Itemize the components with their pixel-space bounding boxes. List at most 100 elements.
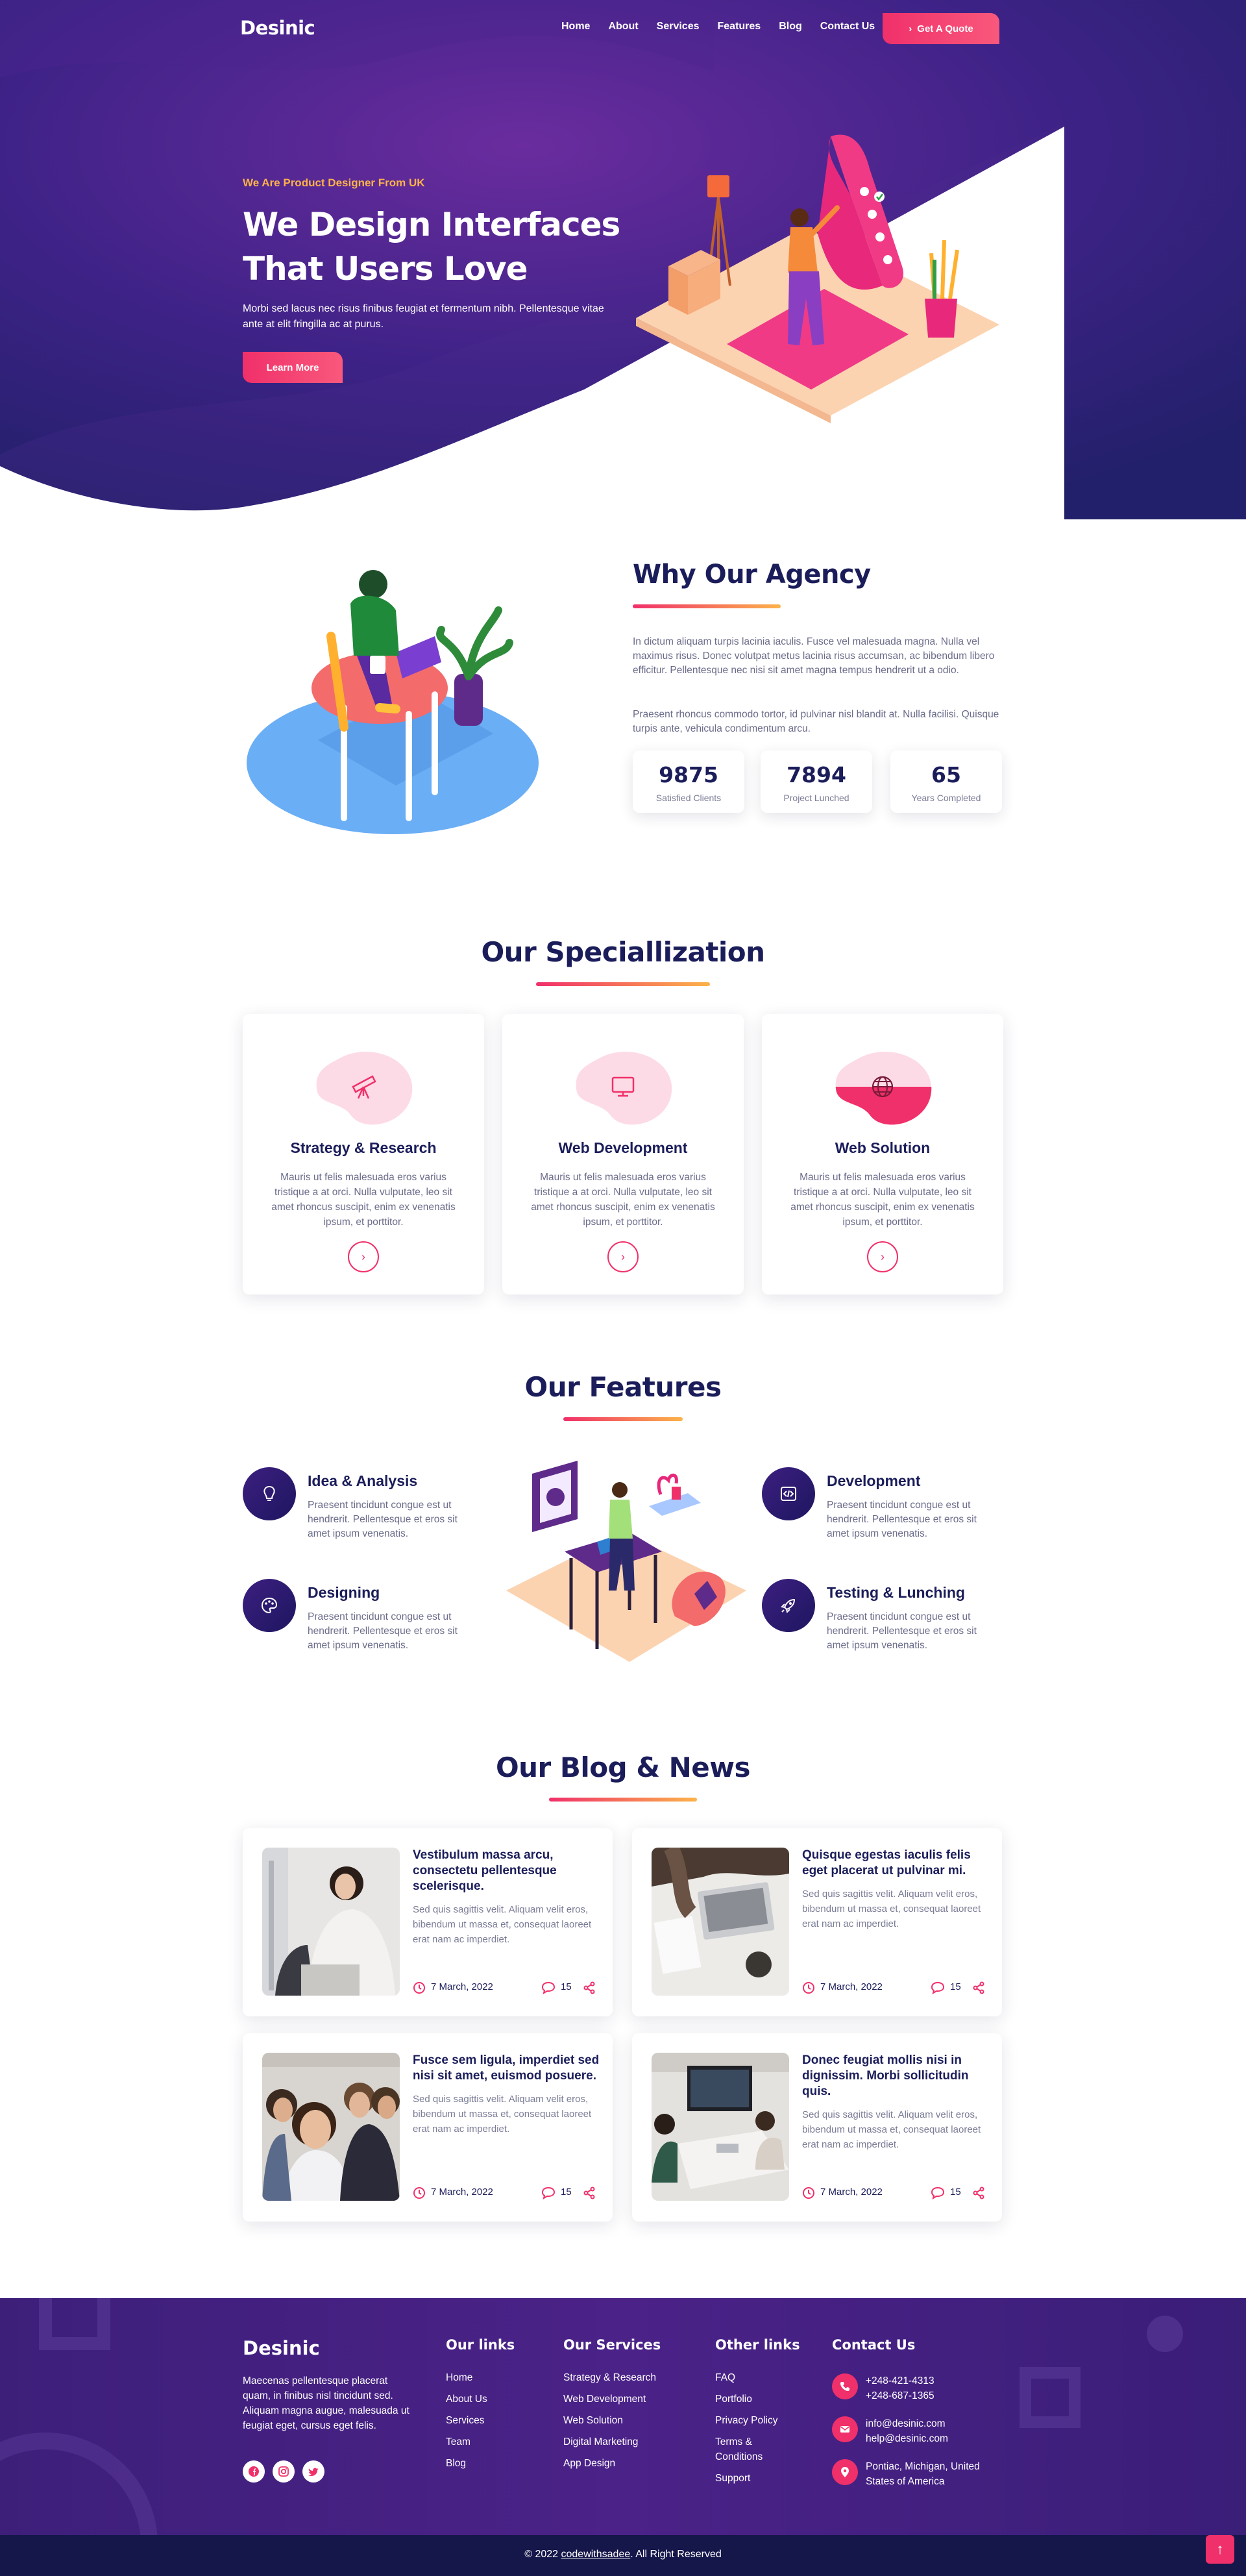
nav-link-contact[interactable]: Contact Us [820,21,875,32]
get-quote-button[interactable]: › Get A Quote [883,13,999,44]
chevron-right-icon: › [361,1250,365,1263]
blog-card[interactable]: Fusce sem ligula, imperdiet sed nisi sit… [243,2033,613,2222]
footer-link-digital-marketing[interactable]: Digital Marketing [563,2431,661,2453]
blog-meta: 7 March, 2022 15 [802,2185,985,2201]
footer-column-title: Other links [715,2337,800,2353]
agency-illustration [247,570,539,834]
footer-link-terms-line1: Terms & [715,2436,752,2447]
contact-email-text: info@desinic.com help@desinic.com [866,2416,1008,2446]
blog-title[interactable]: Quisque egestas iaculis felis eget place… [802,1848,990,1879]
learn-more-button[interactable]: Learn More [243,352,343,383]
hero-illustration [636,134,999,423]
nav-link-home[interactable]: Home [561,21,590,32]
footer-link-privacy[interactable]: Privacy Policy [715,2410,800,2431]
blog-comment-count: 15 [561,2186,572,2198]
nav-link-blog[interactable]: Blog [779,21,802,32]
location-pin-icon [832,2459,858,2485]
footer-link-home[interactable]: Home [446,2367,515,2388]
blog-meta: 7 March, 2022 15 [413,1980,596,1996]
features-illustration [506,1461,746,1662]
blog-date: 7 March, 2022 [431,1981,493,1992]
stat-card-years: 65 Years Completed [890,750,1002,813]
stat-label: Years Completed [911,793,981,803]
clock-icon [803,1982,814,1994]
blog-title[interactable]: Fusce sem ligula, imperdiet sed nisi sit… [413,2053,601,2084]
footer-link-terms-line2: Conditions [715,2451,763,2462]
share-icon[interactable] [583,1981,596,1994]
card-arrow-button[interactable]: › [348,1241,379,1272]
comment-icon[interactable] [931,1981,945,1994]
hero-section: Desinic Home About Services Features Blo… [0,0,1246,519]
share-icon[interactable] [972,1981,985,1994]
copyright-link[interactable]: codewithsadee [561,2549,631,2560]
email-1[interactable]: info@desinic.com [866,2416,1008,2431]
footer-link-portfolio[interactable]: Portfolio [715,2388,800,2410]
card-text: Mauris ut felis malesuada eros varius tr… [790,1172,975,1228]
comment-icon[interactable] [931,2186,945,2199]
blog-comment-count: 15 [950,1981,961,1992]
hero-subtitle: Morbi sed lacus nec risus finibus feugia… [243,303,604,330]
comment-icon[interactable] [541,1981,556,1994]
telescope-icon [352,1075,376,1099]
footer-link-support[interactable]: Support [715,2468,800,2489]
facebook-icon[interactable] [243,2460,265,2483]
blog-image-team [262,2053,400,2201]
nav-link-services[interactable]: Services [657,21,700,32]
footer-link-team[interactable]: Team [446,2431,515,2453]
twitter-icon[interactable] [302,2460,324,2483]
footer-links-column: Our links Home About Us Services Team Bl… [446,2337,515,2474]
footer-link-web-development[interactable]: Web Development [563,2388,661,2410]
feature-title: Testing & Lunching [827,1584,965,1601]
clock-icon [413,1982,425,1994]
card-arrow-button[interactable]: › [607,1241,639,1272]
copyright-bar: © 2022 codewithsadee. All Right Reserved [0,2535,1246,2576]
footer-link-services[interactable]: Services [446,2410,515,2431]
feature-designing: Designing Praesent tincidunt congue est … [243,1579,483,1670]
blog-card[interactable]: Quisque egestas iaculis felis eget place… [632,1828,1002,2016]
instagram-icon[interactable] [273,2460,295,2483]
card-title: Strategy & Research [290,1139,437,1156]
clock-icon [413,2187,425,2199]
blog-title[interactable]: Vestibulum massa arcu, consectetu pellen… [413,1848,601,1894]
feature-testing-lunching: Testing & Lunching Praesent tincidunt co… [762,1579,1002,1670]
comment-icon[interactable] [541,2186,556,2199]
blog-comment-count: 15 [950,2186,961,2198]
blog-card[interactable]: Vestibulum massa arcu, consectetu pellen… [243,1828,613,2016]
share-icon[interactable] [972,2186,985,2199]
footer-link-app-design[interactable]: App Design [563,2453,661,2474]
nav-link-features[interactable]: Features [718,21,761,32]
feature-text: Praesent tincidunt congue est ut hendrer… [827,1611,977,1651]
share-icon[interactable] [583,2186,596,2199]
footer-link-terms[interactable]: Terms & Conditions [715,2434,800,2464]
nav-link-about[interactable]: About [608,21,638,32]
footer-about: Maecenas pellentesque placerat quam, in … [243,2375,409,2431]
back-to-top-button[interactable]: ↑ [1206,2535,1234,2564]
blog-date: 7 March, 2022 [820,2186,883,2198]
blog-card[interactable]: Donec feugiat mollis nisi in dignissim. … [632,2033,1002,2222]
contact-address-text: Pontiac, Michigan, United States of Amer… [866,2461,980,2487]
nav-menu: Home About Services Features Blog Contac… [561,21,893,32]
footer-brand[interactable]: Desinic [243,2337,320,2359]
footer-link-blog[interactable]: Blog [446,2453,515,2474]
footer-link-strategy[interactable]: Strategy & Research [563,2367,661,2388]
phone-1[interactable]: +248-421-4313 [866,2373,1008,2388]
footer-link-about[interactable]: About Us [446,2388,515,2410]
arrow-up-icon: ↑ [1216,2541,1224,2557]
card-arrow-button[interactable]: › [867,1241,898,1272]
blog-title[interactable]: Donec feugiat mollis nisi in dignissim. … [802,2053,990,2099]
feature-text: Praesent tincidunt congue est ut hendrer… [308,1500,458,1539]
footer-link-web-solution[interactable]: Web Solution [563,2410,661,2431]
lightbulb-icon [243,1467,296,1520]
chevron-right-icon: › [909,23,912,34]
brand-logo[interactable]: Desinic [240,17,315,39]
feature-text: Praesent tincidunt congue est ut hendrer… [827,1500,977,1539]
footer-link-faq[interactable]: FAQ [715,2367,800,2388]
feature-idea-analysis: Idea & Analysis Praesent tincidunt congu… [243,1467,483,1558]
blog-excerpt: Sed quis sagittis velit. Aliquam velit e… [413,2094,592,2135]
stat-value: 7894 [787,762,846,787]
feature-title: Idea & Analysis [308,1472,418,1489]
blog-date: 7 March, 2022 [431,2186,493,2198]
email-2[interactable]: help@desinic.com [866,2431,1008,2446]
phone-2[interactable]: +248-687-1365 [866,2388,1008,2403]
blog-meta: 7 March, 2022 15 [413,2185,596,2201]
